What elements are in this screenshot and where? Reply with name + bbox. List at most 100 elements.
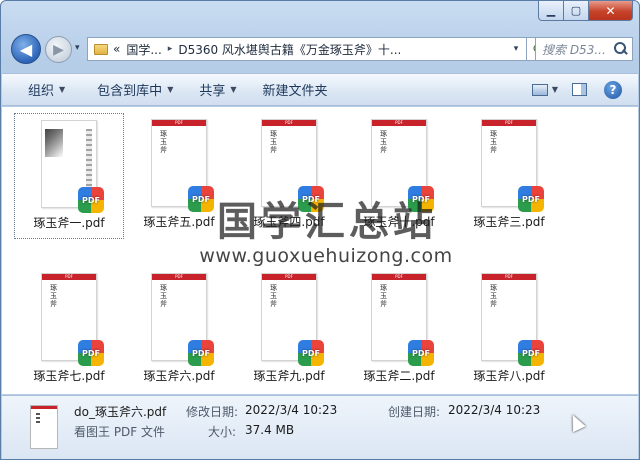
thumbnail-title: 琢玉斧 xyxy=(380,130,387,154)
pdf-header-bar: PDF xyxy=(42,274,96,280)
size-value: 37.4 MB xyxy=(245,423,295,437)
file-item[interactable]: PDF 琢玉斧 PDF 琢玉斧七.pdf xyxy=(14,267,124,393)
file-item[interactable]: PDF 琢玉斧一.pdf xyxy=(14,113,124,239)
created-date-value: 2022/3/4 10:23 xyxy=(448,403,541,417)
thumbnail-title: 琢玉斧 xyxy=(160,284,167,308)
recent-pages-dropdown[interactable]: ▾ xyxy=(75,43,80,53)
file-item[interactable]: PDF 琢玉斧 PDF 琢玉斧六.pdf xyxy=(124,267,234,393)
pdf-thumbnail: PDF 琢玉斧 PDF xyxy=(481,119,544,212)
minimize-button[interactable]: ▁ xyxy=(538,1,564,21)
close-button[interactable]: ✕ xyxy=(589,1,633,21)
file-name-label: 琢玉斧一.pdf xyxy=(33,216,105,230)
new-folder-label: 新建文件夹 xyxy=(262,84,328,99)
organize-menu[interactable]: 组织 ▼ xyxy=(2,74,75,105)
file-item[interactable]: PDF 琢玉斧 PDF 琢玉斧三.pdf xyxy=(454,113,564,239)
pdf-header-bar: PDF xyxy=(262,120,316,126)
chevron-down-icon: ▼ xyxy=(230,85,237,94)
new-folder-button[interactable]: 新建文件夹 xyxy=(247,74,338,105)
preview-pane-button[interactable] xyxy=(562,78,596,102)
explorer-window: ▁ ▢ ✕ ◀ ▶ ▾ « 国学... ▸ D5360 风水堪舆古籍《万金琢玉斧… xyxy=(0,0,640,460)
pdf-thumbnail: PDF 琢玉斧 PDF xyxy=(371,273,434,366)
thumbnail-title: 琢玉斧 xyxy=(50,284,57,308)
pdf-header-bar: PDF xyxy=(372,274,426,280)
file-item[interactable]: PDF 琢玉斧 PDF 琢玉斧十.pdf xyxy=(344,113,454,239)
help-button[interactable]: ? xyxy=(596,78,630,102)
back-button[interactable]: ◀ xyxy=(11,34,41,64)
address-bar[interactable]: « 国学... ▸ D5360 风水堪舆古籍《万金琢玉斧》十... ▾ xyxy=(87,37,527,61)
view-icon xyxy=(531,83,548,96)
address-dropdown-icon[interactable]: ▾ xyxy=(506,44,526,54)
file-name-label: 琢玉斧六.pdf xyxy=(143,369,215,383)
breadcrumb-guoxue[interactable]: 国学... xyxy=(126,41,161,58)
pdf-header-bar: PDF xyxy=(262,274,316,280)
pdf-app-icon: PDF xyxy=(408,340,434,366)
pdf-header-bar: PDF xyxy=(482,274,536,280)
search-box[interactable]: 搜索 D53... xyxy=(535,37,633,61)
navigation-bar: ◀ ▶ ▾ « 国学... ▸ D5360 风水堪舆古籍《万金琢玉斧》十... … xyxy=(7,31,633,67)
pdf-header-bar: PDF xyxy=(482,120,536,126)
share-label: 共享 xyxy=(199,84,226,99)
pdf-thumbnail: PDF 琢玉斧 PDF xyxy=(481,273,544,366)
file-list-view[interactable]: PDF 琢玉斧一.pdf PDF 琢玉斧 PDF 琢玉斧五.pdf PDF 琢玉斧 PDF 琢玉斧… xyxy=(2,107,638,394)
thumbnail-title: 琢玉斧 xyxy=(270,130,277,154)
pdf-app-icon: PDF xyxy=(408,186,434,212)
file-name-label: 琢玉斧九.pdf xyxy=(253,369,325,383)
pdf-thumbnail: PDF xyxy=(41,120,104,213)
address-overflow-chevron[interactable]: « xyxy=(113,42,120,56)
pdf-thumbnail: PDF 琢玉斧 PDF xyxy=(151,273,214,366)
search-icon[interactable] xyxy=(612,41,628,57)
breadcrumb-separator-icon[interactable]: ▸ xyxy=(168,44,173,54)
pdf-header-bar: PDF xyxy=(152,120,206,126)
pdf-app-icon: PDF xyxy=(518,186,544,212)
file-name-label: 琢玉斧三.pdf xyxy=(473,215,545,229)
window-controls: ▁ ▢ ✕ xyxy=(538,1,633,23)
file-item[interactable]: PDF 琢玉斧 PDF 琢玉斧四.pdf xyxy=(234,113,344,239)
pdf-header-bar: PDF xyxy=(152,274,206,280)
details-filename: do_琢玉斧六.pdf xyxy=(74,405,167,419)
thumbnail-title: 琢玉斧 xyxy=(160,130,167,154)
file-name-label: 琢玉斧四.pdf xyxy=(253,215,325,229)
file-item[interactable]: PDF 琢玉斧 PDF 琢玉斧五.pdf xyxy=(124,113,234,239)
pdf-app-icon: PDF xyxy=(78,340,104,366)
change-view-button[interactable]: ▼ xyxy=(528,78,562,102)
pdf-app-icon: PDF xyxy=(298,186,324,212)
breadcrumb-current-folder[interactable]: D5360 风水堪舆古籍《万金琢玉斧》十... xyxy=(178,41,401,58)
details-thumbnail xyxy=(30,405,58,449)
search-input[interactable]: 搜索 D53... xyxy=(536,41,612,58)
created-date-label: 创建日期: xyxy=(388,405,441,419)
command-toolbar: 组织 ▼ 包含到库中 ▼ 共享 ▼ 新建文件夹 ▼ ? xyxy=(2,73,638,106)
share-menu[interactable]: 共享 ▼ xyxy=(183,74,246,105)
details-filetype: 看图王 PDF 文件 xyxy=(74,425,166,439)
file-name-label: 琢玉斧八.pdf xyxy=(473,369,545,383)
pdf-app-icon: PDF xyxy=(78,187,104,213)
pdf-thumbnail: PDF 琢玉斧 PDF xyxy=(261,273,324,366)
preview-pane-icon xyxy=(571,83,587,96)
details-pane: do_琢玉斧六.pdf 看图王 PDF 文件 修改日期: 2022/3/4 10… xyxy=(2,395,638,459)
pdf-thumbnail: PDF 琢玉斧 PDF xyxy=(371,119,434,212)
file-item[interactable]: PDF 琢玉斧 PDF 琢玉斧八.pdf xyxy=(454,267,564,393)
pdf-app-icon: PDF xyxy=(298,340,324,366)
folder-icon xyxy=(94,43,108,55)
file-item[interactable]: PDF 琢玉斧 PDF 琢玉斧九.pdf xyxy=(234,267,344,393)
file-name-label: 琢玉斧五.pdf xyxy=(143,215,215,229)
help-icon: ? xyxy=(604,80,622,99)
chevron-down-icon: ▼ xyxy=(551,85,559,94)
forward-button[interactable]: ▶ xyxy=(45,36,72,63)
file-name-label: 琢玉斧七.pdf xyxy=(33,369,105,383)
file-item[interactable]: PDF 琢玉斧 PDF 琢玉斧二.pdf xyxy=(344,267,454,393)
pdf-header-bar: PDF xyxy=(372,120,426,126)
chevron-down-icon: ▼ xyxy=(167,85,174,94)
organize-label: 组织 xyxy=(28,84,55,99)
file-name-label: 琢玉斧十.pdf xyxy=(363,215,435,229)
thumbnail-title: 琢玉斧 xyxy=(490,130,497,154)
maximize-button[interactable]: ▢ xyxy=(564,1,589,21)
include-in-library-label: 包含到库中 xyxy=(97,84,163,99)
pdf-app-icon: PDF xyxy=(188,340,214,366)
pdf-thumbnail: PDF 琢玉斧 PDF xyxy=(41,273,104,366)
include-in-library-menu[interactable]: 包含到库中 ▼ xyxy=(75,74,183,105)
thumbnail-title: 琢玉斧 xyxy=(490,284,497,308)
thumbnail-title: 琢玉斧 xyxy=(380,284,387,308)
thumbnail-title: 琢玉斧 xyxy=(270,284,277,308)
size-label: 大小: xyxy=(208,425,237,439)
pdf-app-icon: PDF xyxy=(518,340,544,366)
